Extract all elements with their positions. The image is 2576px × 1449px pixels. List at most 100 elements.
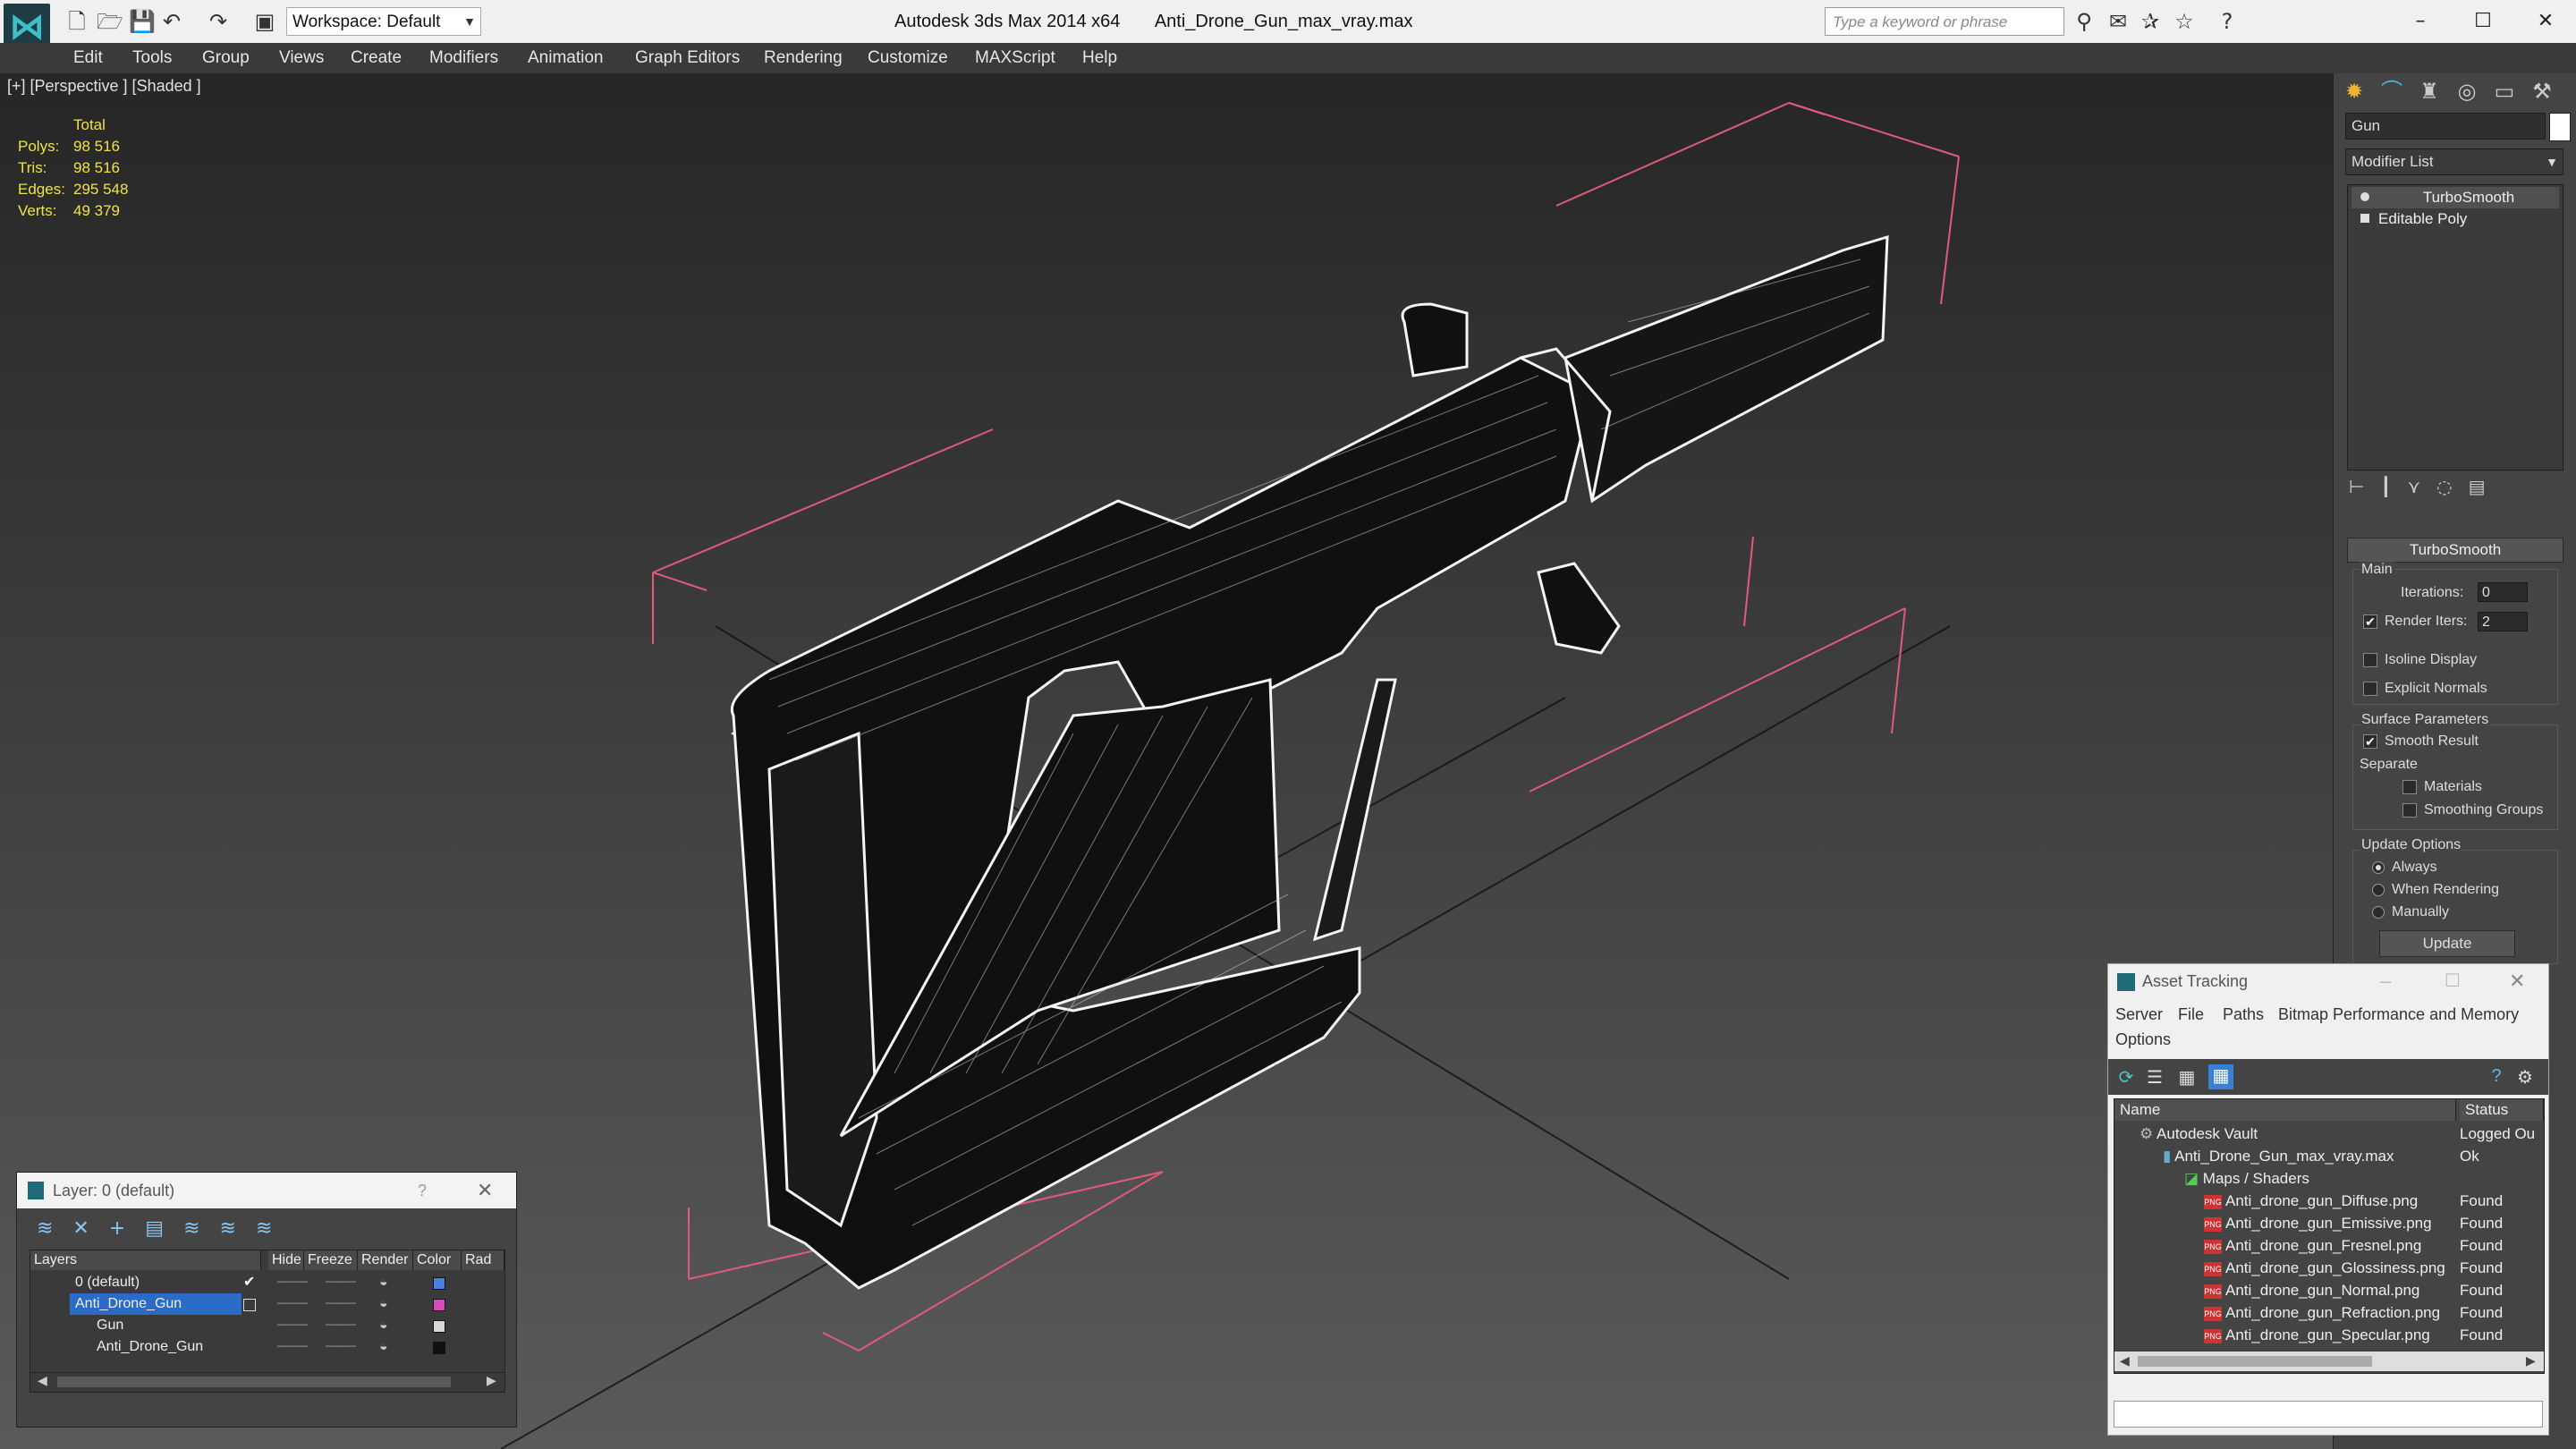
chevron-down-icon[interactable]: ▼ <box>458 7 481 36</box>
asset-menu-file[interactable]: File <box>2178 1005 2204 1024</box>
freeze-toggle[interactable]: ─── <box>326 1315 356 1336</box>
layer-color-swatch[interactable] <box>433 1320 445 1333</box>
asset-table[interactable]: Name Status ⚙ Autodesk Vault Logged Ou ▮… <box>2114 1098 2545 1374</box>
bulb-icon[interactable] <box>2360 192 2369 201</box>
asset-menu-bitmap-performance[interactable]: Bitmap Performance and Memory <box>2278 1005 2519 1024</box>
layer-row[interactable]: Anti_Drone_Gun ─── ─── ◒ <box>30 1336 504 1358</box>
render-teapot-icon[interactable]: ◒ <box>379 1293 388 1315</box>
menu-modifiers[interactable]: Modifiers <box>429 43 498 73</box>
asset-path-field[interactable] <box>2114 1401 2543 1428</box>
hide-toggle[interactable]: ─── <box>277 1293 308 1315</box>
menu-edit[interactable]: Edit <box>73 43 103 73</box>
binoculars-icon[interactable]: ⚲ <box>2073 11 2095 32</box>
freeze-toggle[interactable]: ─── <box>326 1293 356 1315</box>
menu-help[interactable]: Help <box>1082 43 1117 73</box>
col-render[interactable]: Render <box>358 1250 413 1270</box>
modify-tab-icon[interactable]: ⌒ <box>2376 75 2408 107</box>
render-teapot-icon[interactable]: ◒ <box>379 1272 388 1293</box>
layer-toolbar-icons[interactable]: ≋✕+▤≋≋≋ <box>37 1217 341 1244</box>
col-freeze[interactable]: Freeze <box>304 1250 358 1270</box>
workspace-dropdown[interactable]: Workspace: Default <box>286 7 481 36</box>
modifier-list-dropdown[interactable]: Modifier List <box>2345 148 2563 175</box>
menu-graph-editors[interactable]: Graph Editors <box>635 43 740 73</box>
materials-checkbox[interactable] <box>2402 780 2417 794</box>
scroll-right-icon[interactable]: ▶ <box>2526 1353 2536 1368</box>
maximize-button[interactable]: ☐ <box>2445 970 2461 992</box>
manually-radio[interactable] <box>2372 906 2385 919</box>
scrollbar-thumb[interactable] <box>57 1377 451 1387</box>
asset-row[interactable]: PNG Anti_drone_gun_Fresnel.png Found <box>2114 1234 2544 1257</box>
refresh-icon[interactable]: ⟳ <box>2115 1066 2137 1088</box>
utilities-tab-icon[interactable]: ⚒ <box>2526 75 2558 107</box>
always-radio[interactable] <box>2372 861 2385 874</box>
set-current-checkbox[interactable] <box>243 1299 256 1311</box>
motion-tab-icon[interactable]: ◎ <box>2451 75 2483 107</box>
explicit-normals-checkbox[interactable] <box>2363 682 2377 696</box>
render-iters-checkbox[interactable]: ✔ <box>2363 614 2377 629</box>
menu-maxscript[interactable]: MAXScript <box>975 43 1055 73</box>
asset-row[interactable]: PNG Anti_drone_gun_Emissive.png Found <box>2114 1212 2544 1234</box>
modifier-stack[interactable]: TurboSmooth Editable Poly <box>2347 184 2563 470</box>
menu-customize[interactable]: Customize <box>868 43 948 73</box>
horizontal-scrollbar[interactable]: ◀ ▶ <box>30 1372 504 1391</box>
menu-create[interactable]: Create <box>351 43 402 73</box>
hide-toggle[interactable]: ─── <box>277 1315 308 1336</box>
close-button[interactable]: ✕ <box>2519 4 2572 39</box>
hide-toggle[interactable]: ─── <box>277 1336 308 1358</box>
hide-toggle[interactable]: ─── <box>277 1272 308 1293</box>
layer-color-swatch[interactable] <box>433 1342 445 1354</box>
isoline-display-checkbox[interactable] <box>2363 653 2377 667</box>
redo-icon[interactable]: ↷ <box>208 11 229 32</box>
scroll-right-icon[interactable]: ▶ <box>487 1373 496 1388</box>
asset-row[interactable]: PNG Anti_drone_gun_Specular.png Found <box>2114 1324 2544 1346</box>
asset-row[interactable]: PNG Anti_drone_gun_Normal.png Found <box>2114 1279 2544 1301</box>
render-teapot-icon[interactable]: ◒ <box>379 1315 388 1336</box>
create-tab-icon[interactable]: ✹ <box>2338 75 2370 107</box>
col-color[interactable]: Color <box>413 1250 462 1270</box>
horizontal-scrollbar[interactable]: ◀ ▶ <box>2114 1352 2544 1371</box>
favorites-icon[interactable]: ✰ <box>2140 11 2161 32</box>
layer-row[interactable]: 0 (default) ✔ ─── ─── ◒ <box>30 1272 504 1293</box>
undo-icon[interactable]: ↶ <box>161 11 182 32</box>
communication-center-icon[interactable]: ✉ <box>2107 11 2129 32</box>
new-file-icon[interactable]: 🗋 <box>66 11 88 32</box>
open-file-icon[interactable]: 🗁 <box>97 11 123 32</box>
maximize-button[interactable]: ☐ <box>2456 4 2510 39</box>
chevron-down-icon[interactable]: ▼ <box>2542 150 2562 174</box>
hierarchy-tab-icon[interactable]: ♜ <box>2413 75 2445 107</box>
asset-row[interactable]: ⚙ Autodesk Vault Logged Ou <box>2114 1123 2544 1145</box>
smooth-result-checkbox[interactable]: ✔ <box>2363 734 2377 749</box>
stack-item-editable-poly[interactable]: Editable Poly <box>2351 208 2559 230</box>
menu-group[interactable]: Group <box>202 43 250 73</box>
iterations-spinner[interactable]: 0 <box>2478 582 2528 602</box>
layer-row[interactable]: Anti_Drone_Gun ─── ─── ◒ <box>30 1293 504 1315</box>
col-name[interactable]: Name <box>2114 1099 2456 1121</box>
display-tab-icon[interactable]: ▭ <box>2488 75 2521 107</box>
asset-row[interactable]: ◪ Maps / Shaders <box>2114 1167 2544 1190</box>
list-view-icon[interactable]: ☰ <box>2144 1066 2165 1088</box>
render-teapot-icon[interactable]: ◒ <box>379 1336 388 1358</box>
col-status[interactable]: Status <box>2460 1099 2544 1121</box>
asset-menu-paths[interactable]: Paths <box>2223 1005 2264 1024</box>
scroll-left-icon[interactable]: ◀ <box>2120 1353 2130 1368</box>
close-icon[interactable]: ✕ <box>2509 970 2525 993</box>
menu-views[interactable]: Views <box>279 43 324 73</box>
freeze-toggle[interactable]: ─── <box>326 1272 356 1293</box>
turbosmooth-rollout-header[interactable]: TurboSmooth <box>2347 538 2563 563</box>
object-color-swatch[interactable] <box>2549 113 2571 141</box>
help-icon[interactable]: ? <box>2216 11 2238 32</box>
menu-animation[interactable]: Animation <box>528 43 604 73</box>
help-button[interactable]: ? <box>418 1173 427 1208</box>
layer-table[interactable]: Layers Hide Freeze Render Color Rad 0 (d… <box>30 1250 505 1393</box>
asset-menu-server[interactable]: Server <box>2115 1005 2163 1024</box>
scroll-left-icon[interactable]: ◀ <box>38 1373 47 1388</box>
asset-row[interactable]: ▮ Anti_Drone_Gun_max_vray.max Ok <box>2114 1145 2544 1167</box>
col-radiosity[interactable]: Rad <box>462 1250 504 1270</box>
thumbnail-view-icon[interactable]: ▦ <box>2176 1066 2198 1088</box>
col-layers[interactable]: Layers <box>30 1250 261 1270</box>
layer-row[interactable]: Gun ─── ─── ◒ <box>30 1315 504 1336</box>
render-iters-spinner[interactable]: 2 <box>2478 612 2528 631</box>
help-icon[interactable]: ? <box>2486 1066 2507 1088</box>
object-name-field[interactable]: Gun <box>2345 113 2546 140</box>
scrollbar-thumb[interactable] <box>2138 1356 2372 1367</box>
